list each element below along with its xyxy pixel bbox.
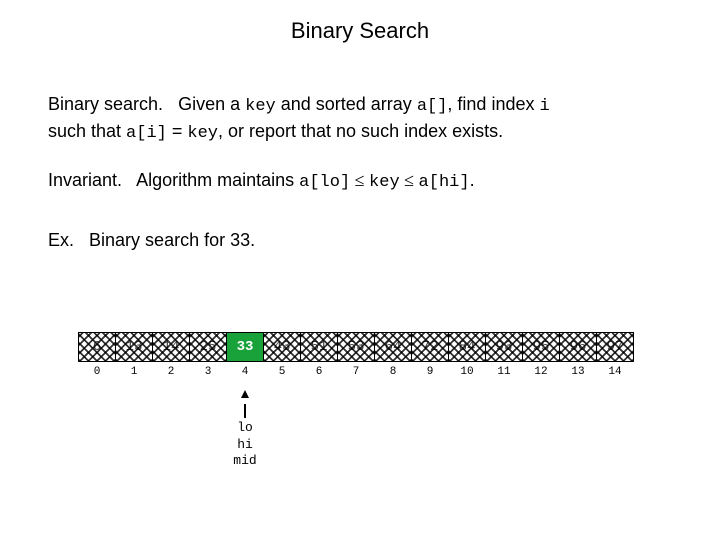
array-index: 6: [300, 366, 338, 378]
array-cell: 51: [300, 332, 338, 362]
code: a[hi]: [419, 173, 470, 192]
array-index: 13: [559, 366, 597, 378]
array-index: 2: [152, 366, 190, 378]
text: Given a: [178, 94, 245, 114]
paragraph-invariant: Invariant. Algorithm maintains a[lo] ≤ k…: [48, 168, 672, 195]
code: a[lo]: [299, 173, 350, 192]
array-cell: 64: [374, 332, 412, 362]
array-cell: 14: [152, 332, 190, 362]
array-index: 8: [374, 366, 412, 378]
array-index: 14: [596, 366, 634, 378]
body-text: Binary search. Given a key and sorted ar…: [48, 92, 672, 276]
pointer-column: lohimid: [226, 388, 264, 469]
array-index: 1: [115, 366, 153, 378]
array-cell: 93: [485, 332, 523, 362]
text: , find index: [447, 94, 539, 114]
code: a[i]: [126, 124, 167, 143]
array-cell: 43: [263, 332, 301, 362]
text: such that: [48, 121, 126, 141]
text: and sorted array: [276, 94, 417, 114]
lead-label: Binary search.: [48, 94, 163, 114]
text: , or report that no such index exists.: [218, 121, 503, 141]
text: Binary search for 33.: [89, 230, 255, 250]
array-index: 9: [411, 366, 449, 378]
code: a[]: [417, 97, 448, 116]
array-cell-highlight: 33: [226, 332, 264, 362]
page-title: Binary Search: [0, 18, 720, 44]
array-index: 5: [263, 366, 301, 378]
array-index: 12: [522, 366, 560, 378]
array-cell: 6: [78, 332, 116, 362]
array-cell: 96: [559, 332, 597, 362]
code: i: [539, 97, 549, 116]
array-cell: 72: [411, 332, 449, 362]
array-diagram: 61314253343515364728493959697 0123456789…: [78, 332, 648, 378]
array-index: 11: [485, 366, 523, 378]
slide: Binary Search Binary search. Given a key…: [0, 0, 720, 540]
code: key: [245, 97, 276, 116]
paragraph-example: Ex. Binary search for 33.: [48, 228, 672, 253]
arrow-up-icon: [241, 390, 249, 398]
array-cell: 84: [448, 332, 486, 362]
symbol-le: ≤: [350, 170, 369, 190]
paragraph-definition: Binary search. Given a key and sorted ar…: [48, 92, 672, 146]
text: =: [167, 121, 188, 141]
array-index: 10: [448, 366, 486, 378]
pointer-label: hi: [226, 437, 264, 453]
array-index: 4: [226, 366, 264, 378]
array-cell: 53: [337, 332, 375, 362]
code: key: [187, 124, 218, 143]
symbol-le: ≤: [400, 170, 419, 190]
pointer-labels: lohimid: [226, 420, 264, 469]
text: .: [470, 170, 475, 190]
index-row: 01234567891011121314: [78, 366, 648, 378]
array-index: 3: [189, 366, 227, 378]
array-row: 61314253343515364728493959697: [78, 332, 648, 362]
code: key: [369, 173, 400, 192]
lead-label: Invariant.: [48, 170, 122, 190]
lead-label: Ex.: [48, 230, 74, 250]
text: Algorithm maintains: [136, 170, 299, 190]
arrow-stem: [244, 404, 246, 418]
pointer-label: lo: [226, 420, 264, 436]
array-index: 0: [78, 366, 116, 378]
array-index: 7: [337, 366, 375, 378]
array-cell: 25: [189, 332, 227, 362]
array-cell: 97: [596, 332, 634, 362]
pointer-label: mid: [226, 453, 264, 469]
array-cell: 13: [115, 332, 153, 362]
array-cell: 95: [522, 332, 560, 362]
